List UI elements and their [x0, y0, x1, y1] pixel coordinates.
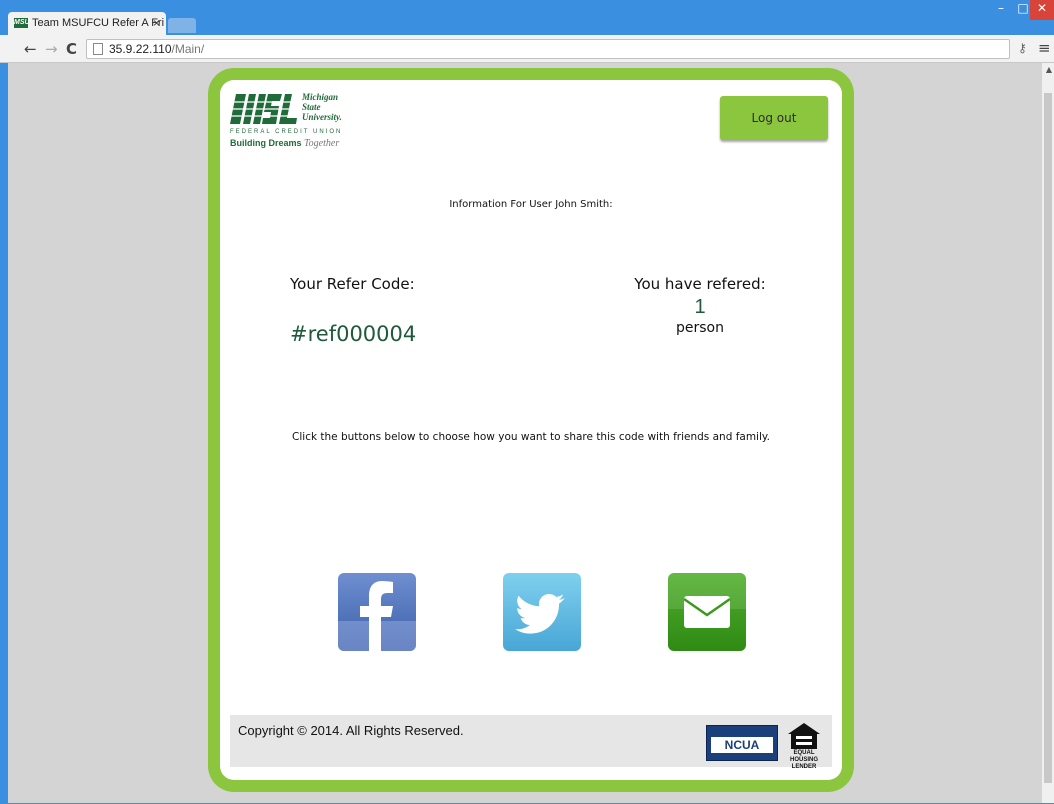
twitter-icon — [515, 594, 565, 634]
refer-code-label: Your Refer Code: — [290, 275, 415, 293]
new-tab-button[interactable] — [168, 18, 196, 33]
msufcu-logo: Michigan State University. FEDERAL CREDI… — [230, 92, 380, 150]
browser-toolbar: ← → C 35.9.22.110/Main/ ⚷ ≡ — [0, 35, 1054, 63]
logo-word-michigan: Michigan — [302, 92, 339, 102]
referral-count-label: You have refered: — [634, 275, 766, 293]
scroll-up-icon[interactable]: ▲ — [1046, 65, 1052, 74]
refer-code-value: #ref000004 — [290, 322, 417, 346]
tab-close-icon[interactable]: × — [153, 16, 160, 30]
back-button[interactable]: ← — [24, 40, 37, 58]
logo-subtitle: FEDERAL CREDIT UNION — [230, 129, 343, 135]
logo-word-state: State — [302, 102, 321, 112]
close-window-button[interactable]: ✕ — [1030, 0, 1054, 20]
menu-icon[interactable]: ≡ — [1038, 39, 1051, 57]
twitter-share-button[interactable] — [503, 573, 581, 651]
share-instructions: Click the buttons below to choose how yo… — [292, 431, 770, 443]
page-card: Michigan State University. FEDERAL CREDI… — [208, 68, 854, 792]
page-viewport: Michigan State University. FEDERAL CREDI… — [8, 63, 1054, 803]
page-icon — [93, 43, 103, 55]
ncua-badge: NCUA — [706, 725, 778, 761]
ncua-label: NCUA — [711, 737, 773, 753]
footer: Copyright © 2014. All Rights Reserved. N… — [230, 715, 832, 770]
page-content: Michigan State University. FEDERAL CREDI… — [220, 80, 842, 780]
referral-count-block: You have refered: 1 person — [600, 275, 800, 336]
envelope-icon — [668, 573, 746, 628]
logo-tagline: Building Dreams Together — [230, 138, 339, 149]
reload-button[interactable]: C — [66, 40, 77, 58]
ehl-line-2: LENDER — [791, 764, 817, 770]
browser-tab[interactable]: MSU Team MSUFCU Refer A Fri × — [8, 12, 166, 35]
address-bar[interactable]: 35.9.22.110/Main/ — [86, 39, 1010, 59]
minimize-button[interactable]: – — [990, 0, 1012, 20]
ehl-label: EQUAL HOUSING LENDER — [784, 750, 824, 771]
house-icon — [788, 723, 820, 749]
url-host: 35.9.22.110 — [109, 42, 172, 56]
browser-window: MSU Team MSUFCU Refer A Fri × – □ ✕ ← → … — [0, 0, 1054, 804]
referral-count-value: 1 — [694, 296, 706, 318]
copyright-text: Copyright © 2014. All Rights Reserved. — [238, 723, 464, 738]
referral-count-unit: person — [676, 320, 724, 336]
key-icon[interactable]: ⚷ — [1018, 41, 1027, 55]
email-share-button[interactable] — [668, 573, 746, 651]
logout-button[interactable]: Log out — [720, 96, 828, 140]
equal-housing-lender-badge: EQUAL HOUSING LENDER — [784, 721, 824, 770]
vertical-scrollbar[interactable]: ▲ — [1042, 63, 1054, 803]
user-info-text: Information For User John Smith: — [449, 199, 613, 210]
url-path: /Main/ — [171, 42, 205, 56]
ehl-line-1: EQUAL HOUSING — [789, 750, 818, 763]
facebook-icon — [338, 581, 416, 651]
scroll-thumb[interactable] — [1044, 93, 1052, 783]
logo-word-university: University. — [302, 112, 342, 122]
facebook-share-button[interactable] — [338, 573, 416, 651]
tab-title: Team MSUFCU Refer A Fri — [32, 17, 165, 29]
logo-tagline-script: Together — [304, 138, 340, 149]
msu-logo-icon — [230, 94, 300, 124]
forward-button[interactable]: → — [45, 40, 58, 58]
logo-university-name: Michigan State University. — [302, 92, 342, 122]
title-bar: MSU Team MSUFCU Refer A Fri × – □ ✕ — [0, 0, 1054, 35]
msufcu-favicon-icon: MSU — [14, 18, 30, 28]
logo-tagline-main: Building Dreams — [230, 138, 302, 148]
